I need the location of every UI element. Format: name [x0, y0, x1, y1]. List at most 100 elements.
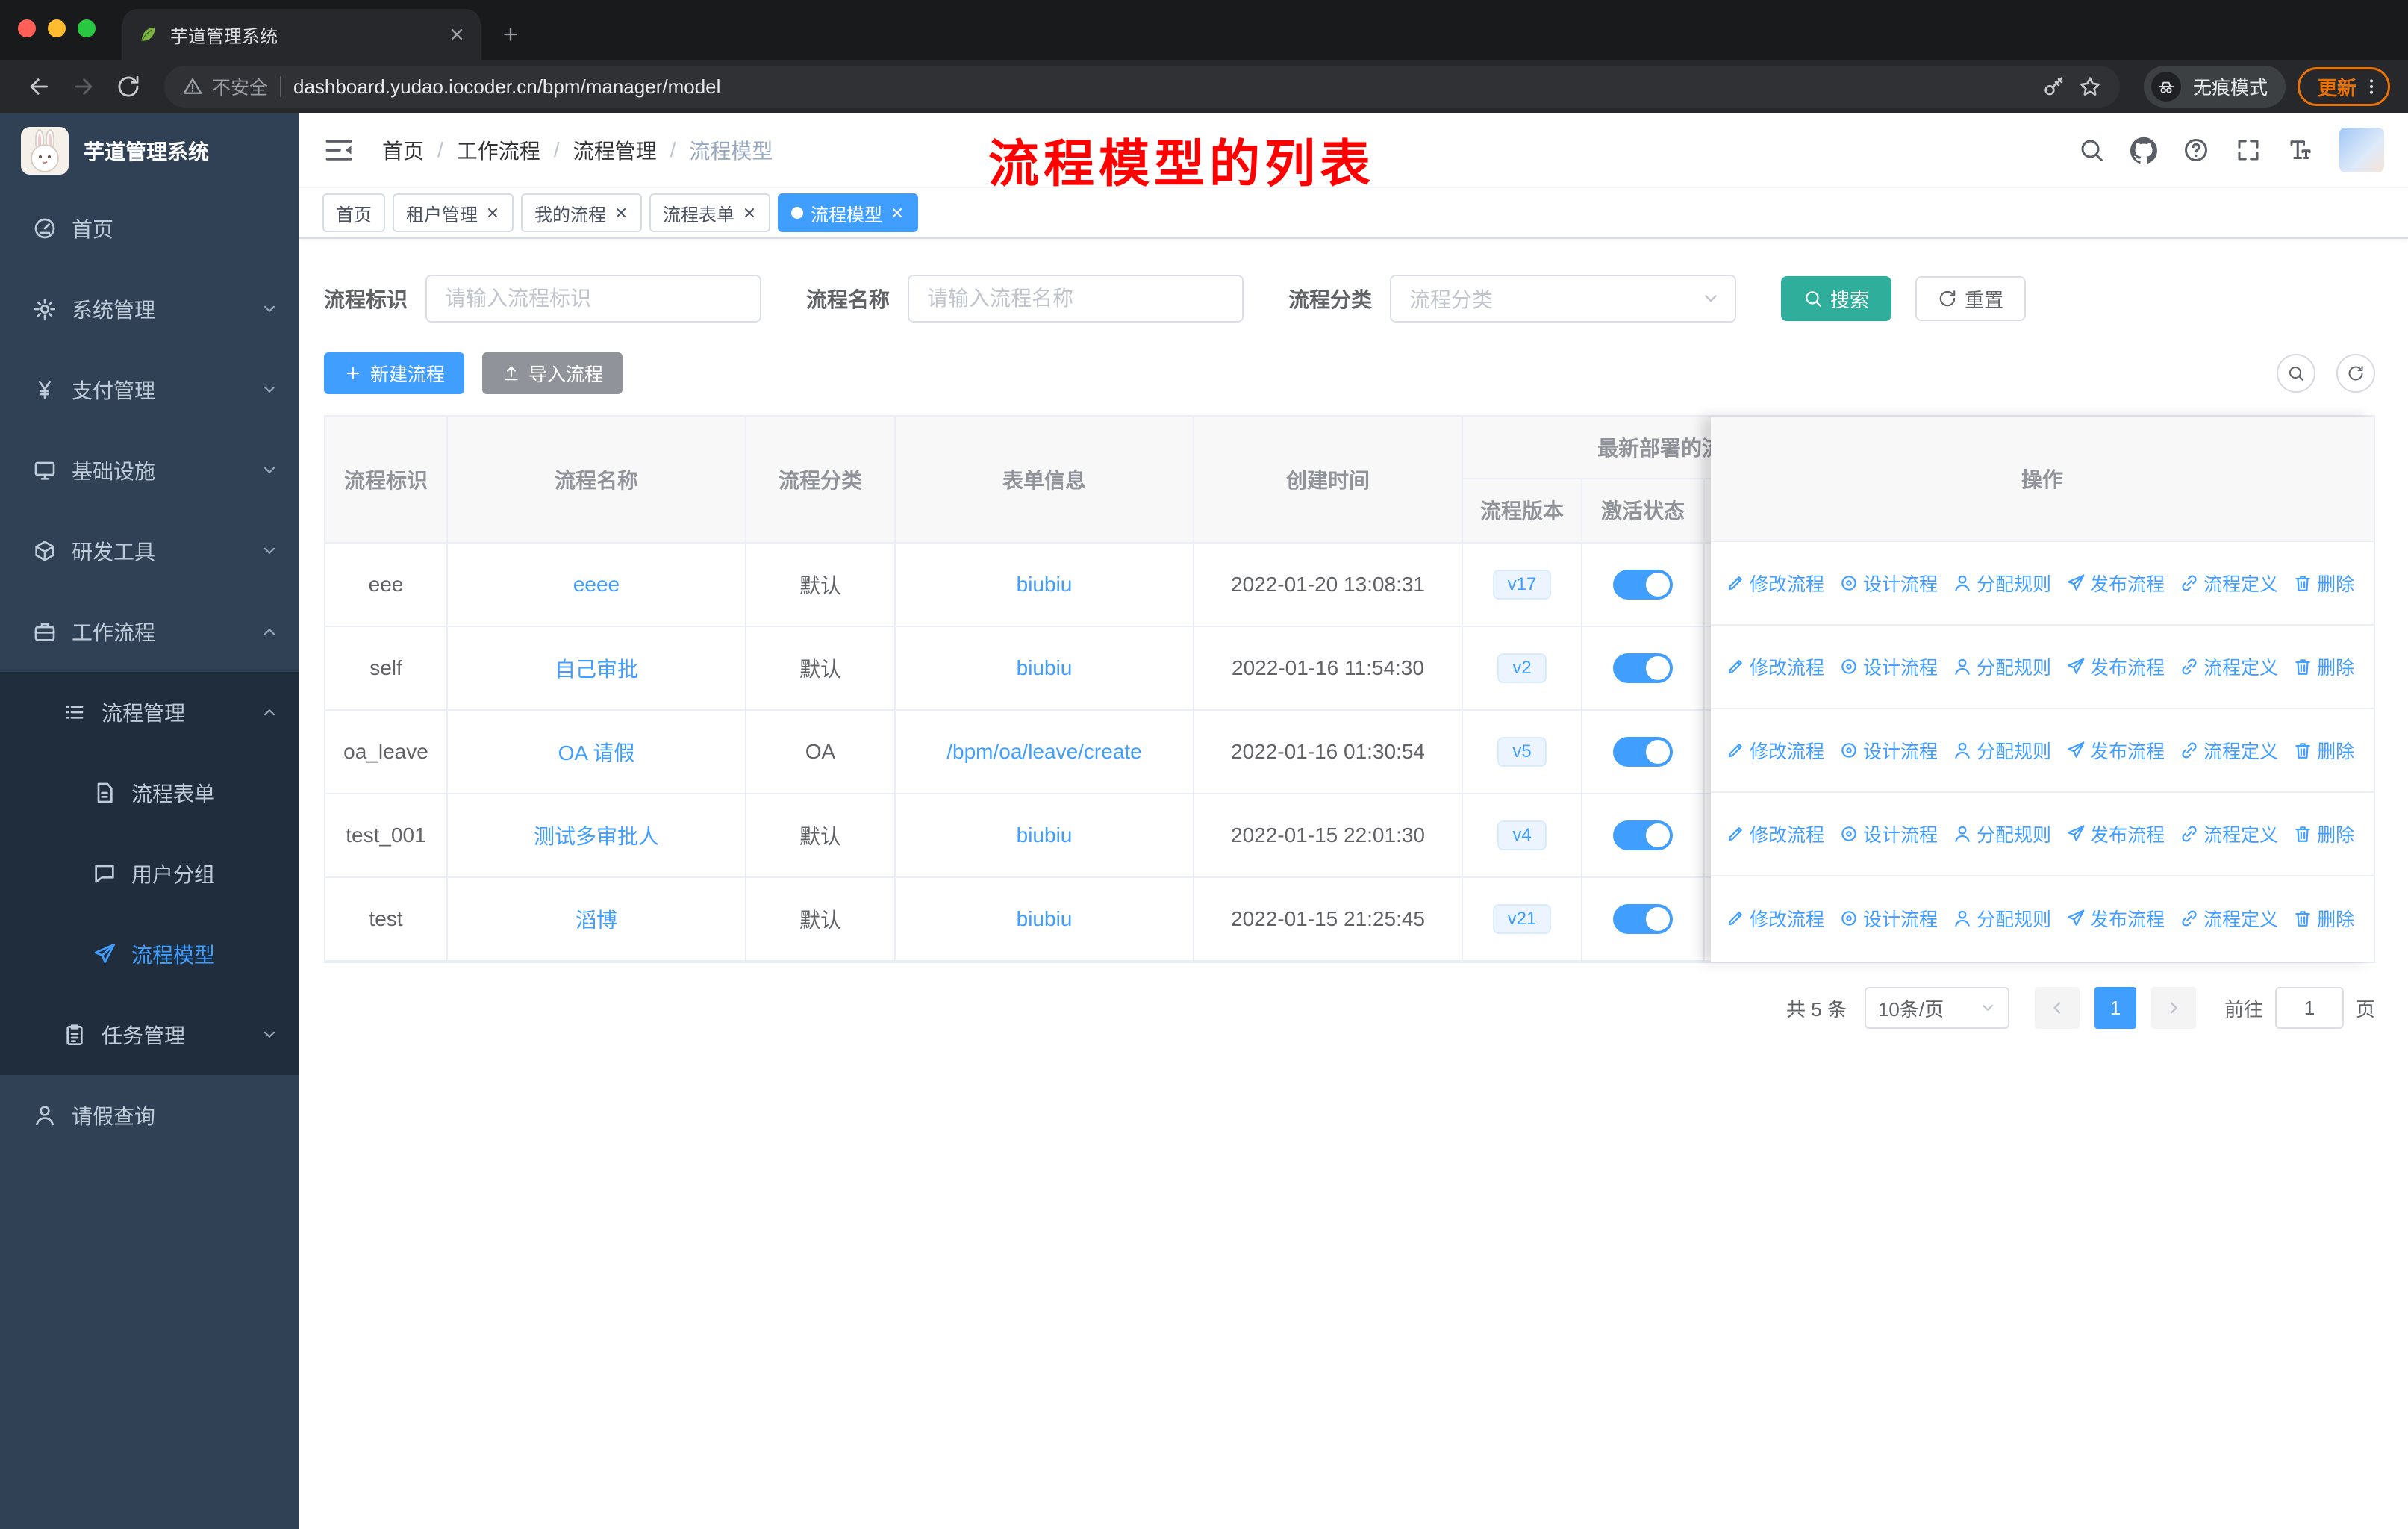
- page-number-current[interactable]: 1: [2094, 987, 2136, 1029]
- refresh-table-button[interactable]: [2336, 354, 2375, 393]
- font-size-icon[interactable]: [2287, 137, 2314, 164]
- action-edit[interactable]: 修改流程: [1726, 653, 1824, 680]
- action-design[interactable]: 设计流程: [1839, 570, 1938, 597]
- action-user[interactable]: 分配规则: [1953, 570, 2051, 597]
- action-send[interactable]: 发布流程: [2066, 905, 2165, 932]
- active-toggle[interactable]: [1613, 737, 1673, 767]
- sidebar-fold-icon[interactable]: [322, 134, 355, 166]
- update-chrome-button[interactable]: 更新: [2297, 67, 2390, 106]
- action-delete[interactable]: 删除: [2293, 570, 2354, 597]
- reload-button[interactable]: [107, 66, 149, 108]
- action-link[interactable]: 流程定义: [2180, 737, 2278, 764]
- sidebar-item-workflow[interactable]: 工作流程: [0, 591, 299, 672]
- action-edit[interactable]: 修改流程: [1726, 820, 1824, 847]
- action-edit[interactable]: 修改流程: [1726, 570, 1824, 597]
- goto-page-input[interactable]: [2274, 987, 2344, 1029]
- active-toggle[interactable]: [1613, 570, 1673, 600]
- name-link[interactable]: 滔博: [576, 904, 617, 934]
- breadcrumb-item[interactable]: 流程管理: [573, 135, 657, 165]
- tag-home[interactable]: 首页: [322, 193, 385, 232]
- name-link[interactable]: 自己审批: [555, 653, 638, 683]
- name-link[interactable]: 测试多审批人: [534, 820, 659, 850]
- action-link[interactable]: 流程定义: [2180, 820, 2278, 847]
- action-delete[interactable]: 删除: [2293, 905, 2354, 932]
- active-toggle[interactable]: [1613, 904, 1673, 934]
- github-icon[interactable]: [2130, 137, 2157, 164]
- action-user[interactable]: 分配规则: [1953, 820, 2051, 847]
- action-link[interactable]: 流程定义: [2180, 905, 2278, 932]
- new-tab-button[interactable]: [490, 13, 531, 55]
- action-edit[interactable]: 修改流程: [1726, 737, 1824, 764]
- tag-process-model[interactable]: 流程模型: [778, 193, 918, 232]
- help-icon[interactable]: [2183, 137, 2209, 164]
- form-link[interactable]: biubiu: [1017, 656, 1073, 680]
- toggle-search-button[interactable]: [2277, 354, 2315, 393]
- sidebar-item-process-form[interactable]: 流程表单: [0, 753, 299, 833]
- browser-tab[interactable]: 芋道管理系统: [122, 9, 481, 60]
- tab-close-icon[interactable]: [448, 25, 466, 43]
- active-toggle[interactable]: [1613, 820, 1673, 850]
- next-page-button[interactable]: [2150, 987, 2196, 1029]
- security-status[interactable]: 不安全: [182, 73, 268, 100]
- action-user[interactable]: 分配规则: [1953, 905, 2051, 932]
- window-minimize-button[interactable]: [48, 19, 66, 37]
- sidebar-item-payment[interactable]: 支付管理: [0, 349, 299, 430]
- reset-button[interactable]: 重置: [1915, 276, 2027, 321]
- process-key-input[interactable]: [425, 275, 762, 323]
- tag-tenant[interactable]: 租户管理: [393, 193, 514, 232]
- form-link[interactable]: biubiu: [1017, 907, 1073, 931]
- action-send[interactable]: 发布流程: [2066, 820, 2165, 847]
- action-edit[interactable]: 修改流程: [1726, 905, 1824, 932]
- process-category-select[interactable]: 流程分类: [1390, 275, 1737, 323]
- sidebar-item-dev-tools[interactable]: 研发工具: [0, 511, 299, 591]
- active-toggle[interactable]: [1613, 653, 1673, 683]
- action-user[interactable]: 分配规则: [1953, 737, 2051, 764]
- process-name-input[interactable]: [908, 275, 1244, 323]
- action-delete[interactable]: 删除: [2293, 820, 2354, 847]
- action-design[interactable]: 设计流程: [1839, 820, 1938, 847]
- import-process-button[interactable]: 导入流程: [482, 352, 623, 394]
- sidebar-item-process-model[interactable]: 流程模型: [0, 914, 299, 994]
- sidebar-item-system[interactable]: 系统管理: [0, 269, 299, 349]
- action-user[interactable]: 分配规则: [1953, 653, 2051, 680]
- search-icon[interactable]: [2078, 137, 2105, 164]
- action-send[interactable]: 发布流程: [2066, 653, 2165, 680]
- create-process-button[interactable]: 新建流程: [324, 352, 465, 394]
- user-avatar[interactable]: [2339, 128, 2384, 172]
- action-design[interactable]: 设计流程: [1839, 905, 1938, 932]
- form-link[interactable]: biubiu: [1017, 823, 1073, 847]
- name-link[interactable]: eeee: [573, 573, 620, 597]
- breadcrumb-item[interactable]: 首页: [382, 135, 424, 165]
- action-send[interactable]: 发布流程: [2066, 737, 2165, 764]
- sidebar-item-user-group[interactable]: 用户分组: [0, 833, 299, 914]
- sidebar-item-leave-query[interactable]: 请假查询: [0, 1075, 299, 1156]
- tag-process-form[interactable]: 流程表单: [649, 193, 770, 232]
- prev-page-button[interactable]: [2034, 987, 2080, 1029]
- bookmark-star-icon[interactable]: [2078, 75, 2102, 99]
- sidebar-item-process-manage[interactable]: 流程管理: [0, 672, 299, 753]
- action-design[interactable]: 设计流程: [1839, 737, 1938, 764]
- fullscreen-icon[interactable]: [2235, 137, 2262, 164]
- action-delete[interactable]: 删除: [2293, 653, 2354, 680]
- name-link[interactable]: OA 请假: [558, 737, 635, 767]
- sidebar-item-task-manage[interactable]: 任务管理: [0, 994, 299, 1075]
- page-size-select[interactable]: 10条/页: [1864, 987, 2009, 1029]
- action-delete[interactable]: 删除: [2293, 737, 2354, 764]
- action-link[interactable]: 流程定义: [2180, 653, 2278, 680]
- search-button[interactable]: 搜索: [1781, 276, 1892, 321]
- action-link[interactable]: 流程定义: [2180, 570, 2278, 597]
- form-link[interactable]: /bpm/oa/leave/create: [946, 740, 1142, 764]
- form-link[interactable]: biubiu: [1017, 573, 1073, 597]
- sidebar-item-home[interactable]: 首页: [0, 188, 299, 269]
- menu-dots-icon[interactable]: [2361, 76, 2382, 97]
- sidebar-item-infrastructure[interactable]: 基础设施: [0, 430, 299, 511]
- forward-button[interactable]: [63, 66, 105, 108]
- tag-my-process[interactable]: 我的流程: [521, 193, 642, 232]
- action-design[interactable]: 设计流程: [1839, 653, 1938, 680]
- address-bar[interactable]: 不安全 dashboard.yudao.iocoder.cn/bpm/manag…: [164, 66, 2120, 108]
- back-button[interactable]: [18, 66, 60, 108]
- breadcrumb-item[interactable]: 工作流程: [457, 135, 540, 165]
- action-send[interactable]: 发布流程: [2066, 570, 2165, 597]
- window-close-button[interactable]: [18, 19, 36, 37]
- window-maximize-button[interactable]: [78, 19, 96, 37]
